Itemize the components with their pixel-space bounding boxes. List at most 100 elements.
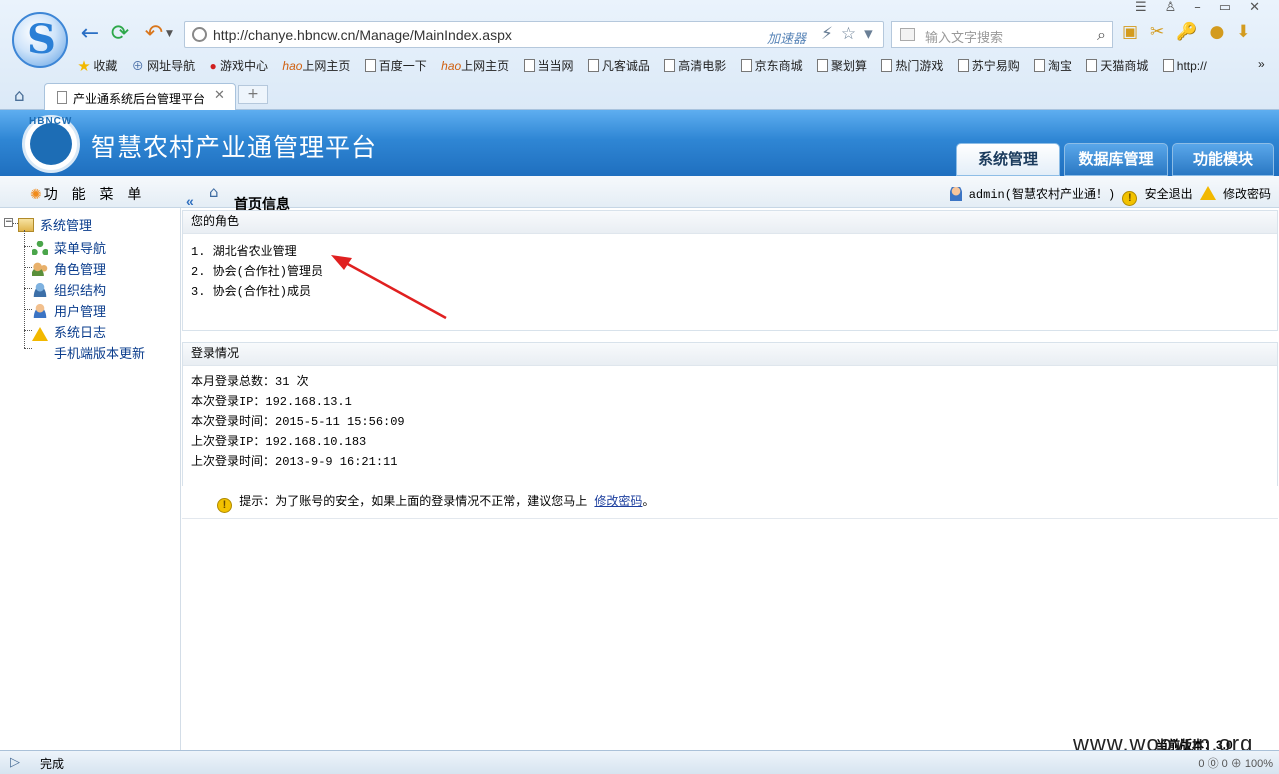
- chevron-down-icon[interactable]: ▼: [166, 29, 173, 39]
- app-title: 智慧农村产业通管理平台: [91, 134, 378, 162]
- user-icon: [949, 187, 962, 201]
- bookmark-item[interactable]: ● 游戏中心: [209, 57, 268, 74]
- home-icon[interactable]: ⌂: [14, 86, 25, 106]
- collapse-sidebar-button[interactable]: «: [186, 193, 194, 209]
- role-item: 1. 湖北省农业管理: [191, 245, 297, 259]
- role-item: 3. 协会(合作社)成员: [191, 285, 312, 299]
- undo-icon[interactable]: ↶: [142, 22, 166, 46]
- bookmark-item[interactable]: 当当网: [523, 57, 574, 74]
- url-actions-icon[interactable]: ⚡☆▾: [821, 24, 881, 44]
- tree-collapse-toggle[interactable]: −: [4, 218, 13, 227]
- bookmarks-bar: ★ 收藏 ⊕ 网址导航 ● 游戏中心 hao上网主页 百度一下 hao上网主页 …: [78, 57, 1265, 77]
- bookmark-item[interactable]: hao上网主页: [441, 57, 509, 74]
- bookmark-favorites[interactable]: ★ 收藏: [78, 57, 117, 74]
- status-right[interactable]: 0 ⓪ 0 ⊕ 100%: [1198, 755, 1273, 771]
- browser-tab[interactable]: 产业通系统后台管理平台 ✕: [44, 83, 236, 110]
- page-icon: [57, 91, 67, 104]
- bookmark-item[interactable]: 高清电影: [664, 57, 726, 74]
- search-icon[interactable]: ⌕: [1097, 25, 1106, 45]
- bookmark-item[interactable]: 天猫商城: [1086, 57, 1148, 74]
- bookmark-item[interactable]: 百度一下: [364, 57, 427, 74]
- divider: [182, 518, 1278, 519]
- tab-database-management[interactable]: 数据库管理: [1064, 143, 1168, 176]
- sun-icon: ✺: [30, 186, 42, 202]
- sidebar-item-system-log[interactable]: 系统日志: [32, 322, 106, 341]
- bookmark-item[interactable]: 京东商城: [740, 57, 803, 74]
- app-logo: HBNCW: [22, 115, 80, 173]
- bookmark-item[interactable]: 苏宁易购: [957, 57, 1020, 74]
- tab-system-management[interactable]: 系统管理: [956, 143, 1060, 176]
- menu-title: ✺ 功 能 菜 单: [30, 186, 147, 202]
- sidebar-item-org-structure[interactable]: 组织结构: [32, 280, 106, 299]
- status-text: 完成: [40, 757, 65, 771]
- roles-panel: 您的角色 1. 湖北省农业管理 2. 协会(合作社)管理员 3. 协会(合作社)…: [182, 210, 1278, 331]
- sidebar-item-user-management[interactable]: 用户管理: [32, 301, 106, 320]
- current-user: admin(智慧农村产业通！): [968, 188, 1116, 202]
- bookmark-item[interactable]: ⊕ 网址导航: [132, 57, 195, 74]
- roles-header: 您的角色: [183, 211, 1277, 234]
- more-bookmarks-icon[interactable]: »: [1258, 57, 1265, 71]
- sidebar: − 系统管理 菜单导航 角色管理 组织结构 用户管理 系统日志 手机端版本更新: [0, 208, 181, 750]
- window-controls[interactable]: ☰♙–▭✕: [1135, 0, 1278, 15]
- tab-strip: ⌂ 产业通系统后台管理平台 ✕ +: [0, 81, 1279, 110]
- search-placeholder: 输入文字搜索: [925, 30, 1004, 45]
- folder-icon: [18, 218, 34, 232]
- sidebar-item-menu-nav[interactable]: 菜单导航: [32, 238, 106, 257]
- bookmark-item[interactable]: hao上网主页: [282, 57, 350, 74]
- status-bar: ▷ 完成 0 ⓪ 0 ⊕ 100%: [0, 750, 1279, 774]
- bookmark-item[interactable]: 热门游戏: [881, 57, 943, 74]
- bookmark-item[interactable]: 聚划算: [816, 57, 867, 74]
- user-icon: [32, 304, 48, 318]
- bookmark-item[interactable]: http://: [1162, 59, 1207, 73]
- login-panel: 登录情况 本月登录总数：31 次 本次登录IP：192.168.13.1 本次登…: [182, 342, 1278, 486]
- tab-function-modules[interactable]: 功能模块: [1172, 143, 1274, 176]
- browser-chrome: S ← ⟳ ↶ ▼ http://chanye.hbncw.cn/Manage/…: [0, 0, 1279, 110]
- home-icon: ⌂: [209, 183, 219, 201]
- sitemap-icon: [32, 241, 48, 255]
- browser-logo-icon[interactable]: S: [12, 12, 68, 68]
- login-monthly-count: 本月登录总数：31 次: [191, 375, 309, 389]
- login-last-ip: 上次登录IP：192.168.10.183: [191, 435, 367, 449]
- login-current-time: 本次登录时间：2015-5-11 15:56:09: [191, 415, 405, 429]
- play-icon[interactable]: ▷: [10, 755, 20, 770]
- security-hint: ! 提示：为了账号的安全，如果上面的登录情况不正常，建议您马上 修改密码。: [217, 492, 654, 513]
- logo-text: HBNCW: [29, 116, 73, 127]
- role-item: 2. 协会(合作社)管理员: [191, 265, 324, 279]
- toolbar-icons[interactable]: ▣✂🔑●⬇: [1122, 22, 1263, 42]
- users-icon: [32, 262, 48, 276]
- close-tab-icon[interactable]: ✕: [214, 88, 225, 103]
- address-bar[interactable]: http://chanye.hbncw.cn/Manage/MainIndex.…: [184, 21, 884, 48]
- bookmark-item[interactable]: 凡客诚品: [587, 57, 650, 74]
- hint-end: 。: [642, 495, 655, 509]
- tab-title: 产业通系统后台管理平台: [73, 92, 206, 106]
- sub-header: ✺ 功 能 菜 单 « ⌂ 首页信息 admin(智慧农村产业通！) ! 安全退出…: [0, 176, 1279, 212]
- search-box[interactable]: 输入文字搜索 ⌕: [891, 21, 1113, 48]
- info-icon: !: [217, 498, 232, 513]
- warning-icon: [1199, 186, 1216, 200]
- accelerator-link[interactable]: 加速器: [767, 28, 806, 47]
- app-header: HBNCW 智慧农村产业通管理平台 系统管理 数据库管理 功能模块: [0, 110, 1279, 176]
- login-last-time: 上次登录时间：2013-9-9 16:21:11: [191, 455, 398, 469]
- refresh-icon[interactable]: ⟳: [108, 22, 132, 46]
- user-info: admin(智慧农村产业通！) ! 安全退出 修改密码: [949, 185, 1271, 206]
- login-header: 登录情况: [183, 343, 1277, 366]
- warning-icon: [32, 327, 48, 341]
- new-tab-button[interactable]: +: [238, 85, 268, 104]
- bookmark-item[interactable]: 淘宝: [1034, 57, 1072, 74]
- search-engine-icon[interactable]: [900, 28, 915, 41]
- sidebar-item-mobile-update[interactable]: 手机端版本更新: [32, 343, 145, 362]
- tree-root-system-management[interactable]: 系统管理: [18, 215, 92, 234]
- change-password-link[interactable]: 修改密码: [1223, 188, 1271, 202]
- logout-link[interactable]: 安全退出: [1145, 188, 1193, 202]
- sidebar-item-role-management[interactable]: 角色管理: [32, 259, 106, 278]
- blank-icon: [32, 346, 48, 360]
- url-text[interactable]: http://chanye.hbncw.cn/Manage/MainIndex.…: [213, 27, 512, 43]
- back-icon[interactable]: ←: [78, 22, 102, 46]
- main-content: 您的角色 1. 湖北省农业管理 2. 协会(合作社)管理员 3. 协会(合作社)…: [181, 208, 1279, 750]
- org-icon: [32, 283, 48, 297]
- hint-text: 提示：为了账号的安全，如果上面的登录情况不正常，建议您马上: [239, 495, 595, 509]
- login-current-ip: 本次登录IP：192.168.13.1: [191, 395, 352, 409]
- change-password-link[interactable]: 修改密码: [594, 495, 642, 509]
- security-icon: [192, 27, 207, 42]
- logout-icon[interactable]: !: [1122, 191, 1138, 206]
